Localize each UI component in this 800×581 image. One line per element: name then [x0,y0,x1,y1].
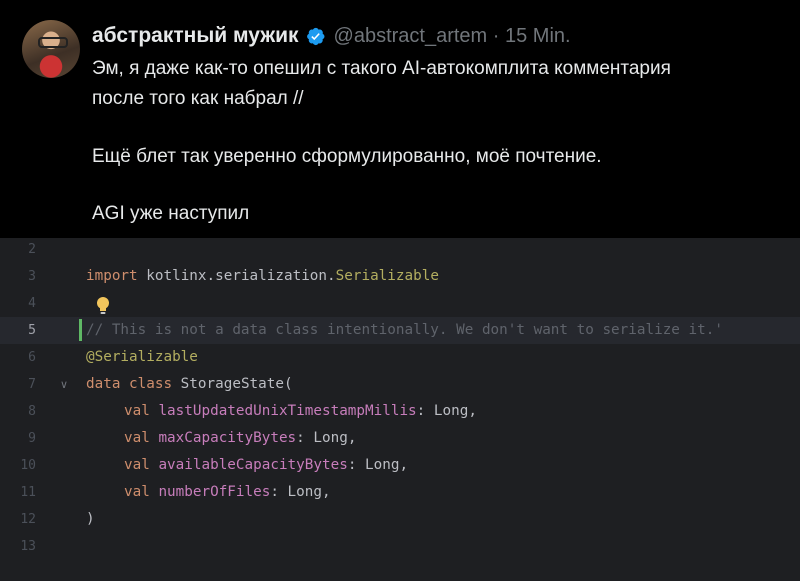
tweet: абстрактный мужик @abstract_artem · 15 M… [0,0,800,238]
code-line: 10 val availableCapacityBytes: Long, [0,452,800,479]
verified-badge-icon [306,27,324,45]
code-line: 2 [0,236,800,263]
line-number: 8 [28,404,36,419]
code-line: 3 import kotlinx.serialization.Serializa… [0,263,800,290]
lightbulb-icon[interactable] [95,295,111,317]
code-line: 6 @Serializable [0,344,800,371]
line-number: 7 [28,377,36,392]
code-line: 11 val numberOfFiles: Long, [0,479,800,506]
tweet-header: абстрактный мужик @abstract_artem · 15 M… [92,22,571,50]
line-number: 9 [28,431,36,446]
code-line: 7 ∨ data class StorageState( [0,371,800,398]
line-number: 11 [20,485,36,500]
line-number: 5 [28,323,36,338]
text-caret [79,319,82,341]
property-line[interactable]: val numberOfFiles: Long, [124,479,331,506]
tweet-text-line-3: Ещё блет так уверенно сформулированно, м… [92,146,602,167]
property-line[interactable]: val availableCapacityBytes: Long, [124,452,408,479]
import-statement[interactable]: import kotlinx.serialization.Serializabl… [86,263,439,290]
tweet-text-line-1: Эм, я даже как-то опешил с такого AI-авт… [92,58,671,79]
code-line: 9 val maxCapacityBytes: Long, [0,425,800,452]
closing-paren[interactable]: ) [86,506,95,533]
property-line[interactable]: val maxCapacityBytes: Long, [124,425,356,452]
avatar[interactable] [22,20,80,78]
code-line: 12 ) [0,506,800,533]
line-number: 12 [20,512,36,527]
line-number: 6 [28,350,36,365]
ai-suggested-comment[interactable]: // This is not a data class intentionall… [86,317,723,344]
code-line: 8 val lastUpdatedUnixTimestampMillis: Lo… [0,398,800,425]
code-line: 13 [0,533,800,560]
line-number: 4 [28,296,36,311]
handle-and-time[interactable]: @abstract_artem · 15 Min. [334,25,571,48]
class-declaration[interactable]: data class StorageState( [86,371,293,398]
property-line[interactable]: val lastUpdatedUnixTimestampMillis: Long… [124,398,477,425]
author-name[interactable]: абстрактный мужик [92,24,299,48]
annotation[interactable]: @Serializable [86,344,198,371]
line-number: 2 [28,242,36,257]
fold-chevron-icon[interactable]: ∨ [60,371,68,398]
line-number: 10 [20,458,36,473]
code-editor[interactable]: 2 3 import kotlinx.serialization.Seriali… [0,238,800,581]
line-number: 3 [28,269,36,284]
line-number: 13 [20,539,36,554]
code-line-current: 5 // This is not a data class intentiona… [0,317,800,344]
code-line: 4 [0,290,800,317]
tweet-text-line-4: AGI уже наступил [92,203,250,224]
tweet-text-line-2: после того как набрал // [92,88,304,109]
